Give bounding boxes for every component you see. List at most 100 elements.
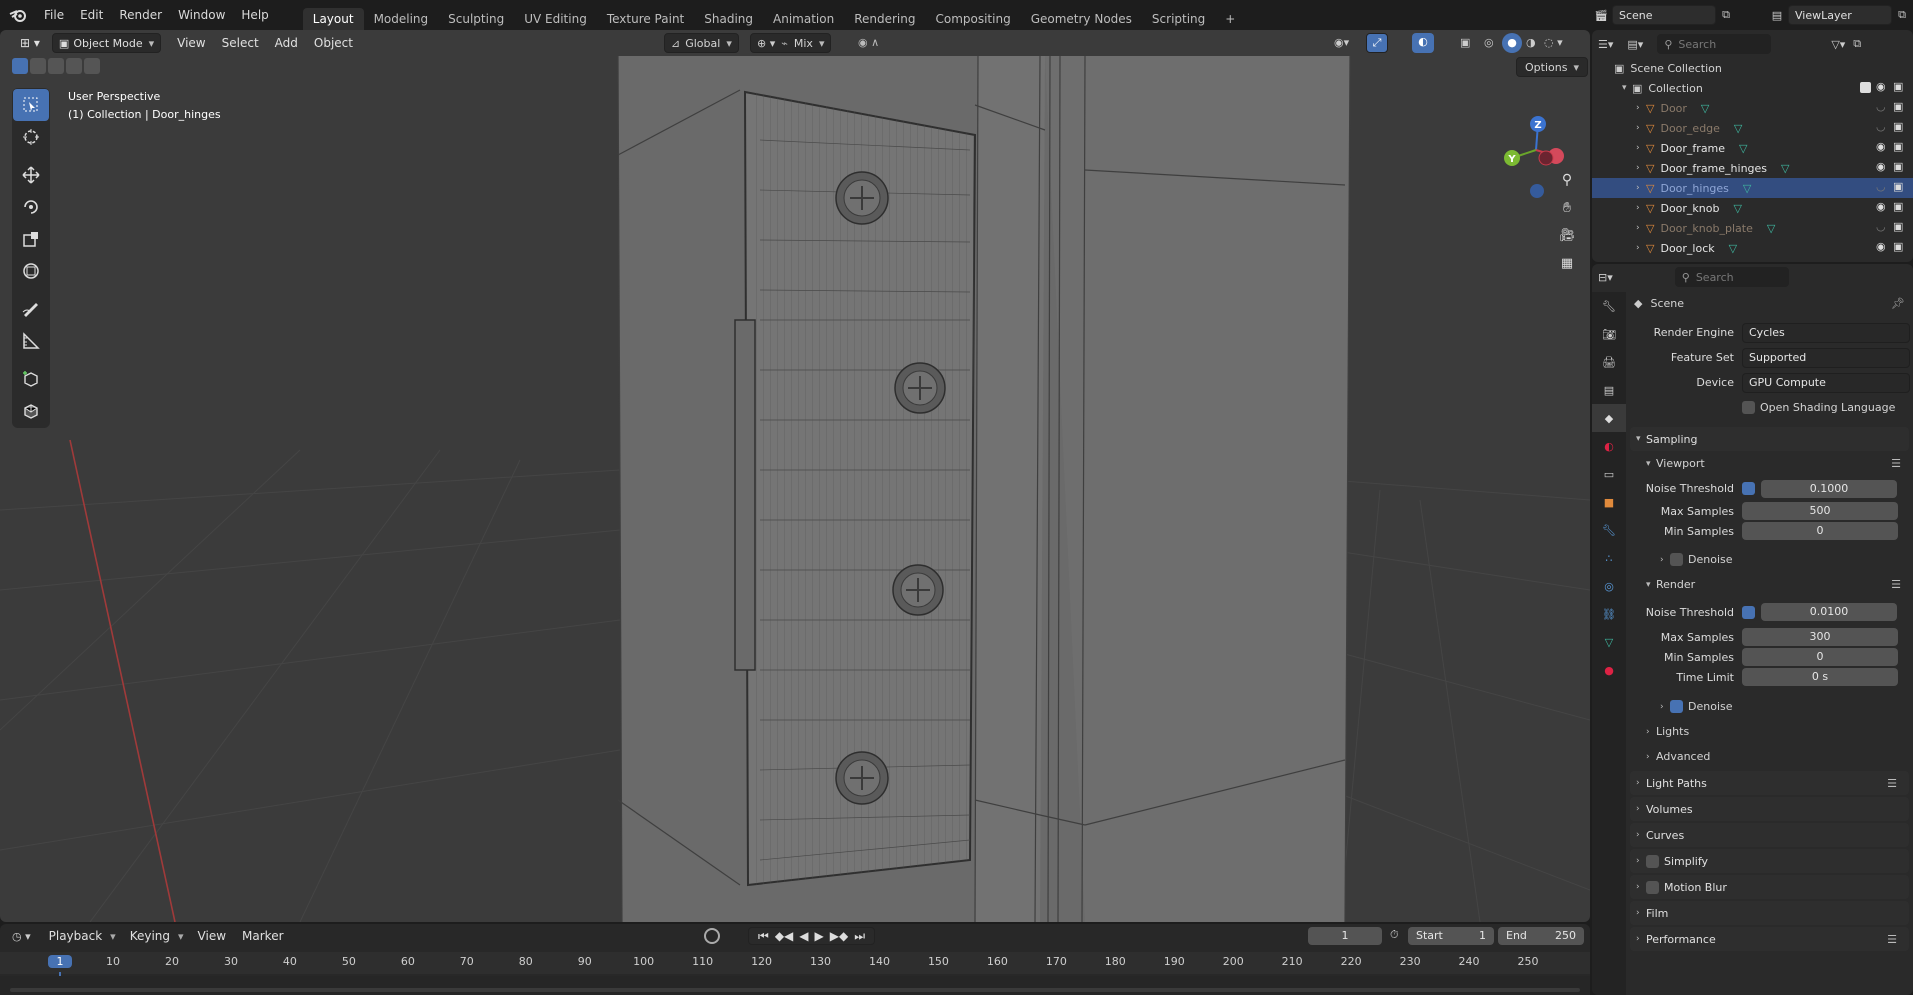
eye-icon[interactable]: ◡ [1876,100,1886,113]
next-keyframe-icon[interactable]: ▶◆ [830,929,848,943]
outliner-item[interactable]: › ▽ Door_hinges ▽ ◡ ▣ [1592,178,1913,198]
select-new-icon[interactable] [12,58,28,74]
tab-shading[interactable]: Shading [694,8,763,30]
menu-playback[interactable]: Playback [41,926,111,946]
menu-marker[interactable]: Marker [234,926,291,946]
menu-edit[interactable]: Edit [72,0,111,30]
simplify-panel[interactable]: › Simplify [1630,849,1909,873]
object-tab-icon[interactable]: ■ [1592,488,1626,516]
advanced-subpanel[interactable]: › Advanced [1626,744,1913,769]
motion-blur-checkbox[interactable] [1646,880,1659,894]
data-tab-icon[interactable]: ▽ [1592,628,1626,656]
tab-layout[interactable]: Layout [302,8,364,30]
performance-panel[interactable]: › Performance ☰ [1630,927,1909,951]
tab-geometry-nodes[interactable]: Geometry Nodes [1021,8,1142,30]
outliner-item[interactable]: › ▽ Door_edge ▽ ◡ ▣ [1592,118,1913,138]
tab-scripting[interactable]: Scripting [1142,8,1215,30]
r-noise-field[interactable]: 0.0100 [1761,603,1897,621]
expand-icon[interactable]: › [1636,163,1646,173]
measure-icon[interactable] [13,325,49,357]
wireframe-shading-icon[interactable]: ◎ [1484,36,1494,49]
presets-list-icon[interactable]: ☰ [1891,457,1901,470]
r-noise-checkbox[interactable] [1742,605,1755,619]
menu-view[interactable]: View [169,33,213,53]
vp-min-samples-field[interactable]: 0 [1742,522,1898,540]
rotate-icon[interactable] [13,191,49,223]
menu-file[interactable]: File [36,0,72,30]
transform-orientation-dropdown[interactable]: ⊿ Global ▾ [664,33,739,53]
expand-icon[interactable]: › [1636,243,1646,253]
filter-icon[interactable]: ▽▾ [1831,38,1845,51]
modifier-tab-icon[interactable]: 🔧︎ [1592,516,1626,544]
material-shading-icon[interactable]: ◑ [1526,36,1536,49]
properties-editor-icon[interactable]: ⊟▾ [1598,271,1613,284]
new-collection-icon[interactable]: ⧉ [1853,37,1861,51]
expand-icon[interactable]: › [1636,103,1646,113]
vp-noise-checkbox[interactable] [1742,482,1755,495]
mesh-data-icon[interactable]: ▽ [1734,122,1742,135]
collection-tab-icon[interactable]: ▭ [1592,460,1626,488]
eye-icon[interactable]: ◉ [1876,160,1886,173]
scene-collection-row[interactable]: ▣ Scene Collection [1592,58,1913,78]
render-tab-icon[interactable]: 📷︎ [1592,320,1626,348]
r-max-samples-field[interactable]: 300 [1742,628,1898,646]
expand-icon[interactable]: › [1636,123,1646,133]
select-box-icon[interactable] [13,89,49,121]
blender-logo-icon[interactable] [0,0,36,30]
select-invert-icon[interactable] [66,58,82,74]
expand-icon[interactable]: › [1636,143,1646,153]
exclude-checkbox[interactable] [1860,82,1871,93]
expand-icon[interactable]: › [1636,203,1646,213]
new-scene-icon[interactable]: ⧉ [1716,8,1736,22]
prev-keyframe-icon[interactable]: ◆◀ [775,929,793,943]
constraints-tab-icon[interactable]: ⛓︎ [1592,600,1626,628]
jump-end-icon[interactable]: ⏭ [854,929,865,944]
outliner-item[interactable]: › ▽ Door ▽ ◡ ▣ [1592,98,1913,118]
mesh-data-icon[interactable]: ▽ [1701,102,1709,115]
menu-keying[interactable]: Keying [122,926,178,946]
add-workspace-button[interactable]: + [1215,8,1245,30]
proportional-edit-icon[interactable]: ◉ ∧ [858,36,879,49]
presets-list-icon[interactable]: ☰ [1887,777,1897,790]
keyframe-area[interactable] [0,976,1590,995]
mesh-data-icon[interactable]: ▽ [1767,222,1775,235]
volumes-panel[interactable]: › Volumes [1630,797,1909,821]
view-layer-selector[interactable]: ▤ ViewLayer ⧉ [1766,4,1912,26]
osl-row[interactable]: Open Shading Language [1626,395,1913,420]
move-icon[interactable] [13,159,49,191]
add-cube-icon[interactable] [13,363,49,395]
camera-icon[interactable]: ▣ [1893,80,1903,93]
r-denoise-checkbox[interactable] [1670,700,1683,713]
pan-hand-icon[interactable]: ✋︎ [1556,200,1578,228]
rendered-shading-icon[interactable]: ◌ ▾ [1544,36,1563,49]
mesh-data-icon[interactable]: ▽ [1781,162,1789,175]
solid-shading-icon[interactable]: ● [1502,33,1522,53]
osl-checkbox[interactable] [1742,401,1755,414]
mesh-data-icon[interactable]: ▽ [1743,182,1751,195]
presets-list-icon[interactable]: ☰ [1887,933,1897,946]
curves-panel[interactable]: › Curves [1630,823,1909,847]
eye-icon[interactable]: ◡ [1876,180,1886,193]
render-subpanel-header[interactable]: ▾ Render ☰ [1626,572,1913,597]
pivot-dropdown[interactable]: ⊕ ▾ ⌁ Mix ▾ [750,33,832,53]
visibility-icon[interactable]: ◉▾ [1334,36,1349,49]
vp-denoise-checkbox[interactable] [1670,553,1683,566]
outliner-item[interactable]: › ▽ Door_frame ▽ ◉ ▣ [1592,138,1913,158]
simplify-checkbox[interactable] [1646,854,1659,868]
stopwatch-icon[interactable]: ⏱ [1390,928,1399,942]
vp-max-samples-field[interactable]: 500 [1742,502,1898,520]
editor-type-icon[interactable]: ⊞ ▾ [12,33,48,53]
select-intersect-icon[interactable] [84,58,100,74]
eye-icon[interactable]: ◡ [1876,220,1886,233]
current-frame-field[interactable]: 1 [1308,927,1382,945]
outliner-item[interactable]: › ▽ Door_knob_plate ▽ ◡ ▣ [1592,218,1913,238]
motion-blur-panel[interactable]: › Motion Blur [1630,875,1909,899]
auto-key-icon[interactable] [704,928,720,944]
sampling-panel-header[interactable]: ▾ Sampling [1630,427,1909,451]
expand-icon[interactable]: ▾ [1622,83,1632,93]
tab-texture-paint[interactable]: Texture Paint [597,8,694,30]
mesh-data-icon[interactable]: ▽ [1733,202,1741,215]
menu-window[interactable]: Window [170,0,233,30]
tab-modeling[interactable]: Modeling [364,8,439,30]
tool-tab-icon[interactable]: 🔧︎ [1592,292,1626,320]
